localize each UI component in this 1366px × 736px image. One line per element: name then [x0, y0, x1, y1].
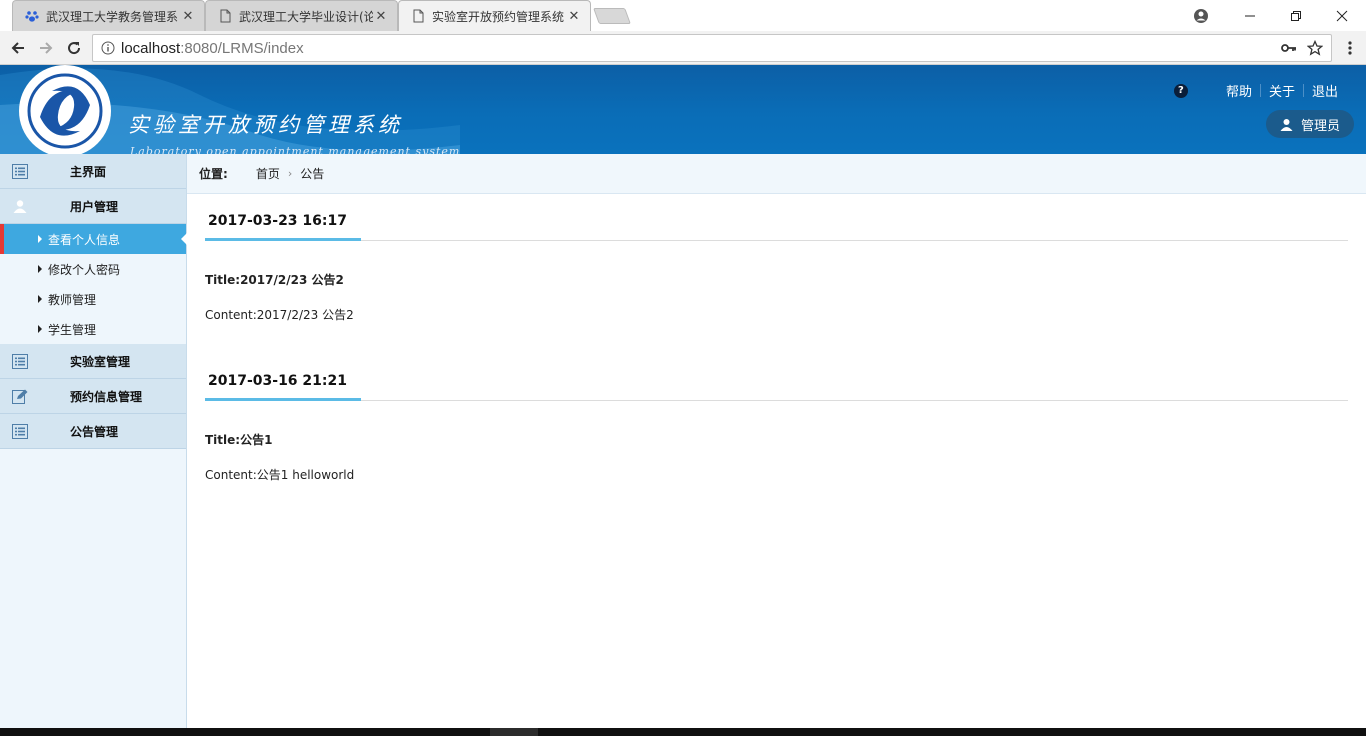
breadcrumb: 位置: 首页 › 公告	[187, 154, 1366, 194]
help-link[interactable]: 帮助	[1218, 81, 1260, 100]
caret-right-icon	[38, 325, 42, 333]
new-tab-button[interactable]	[593, 8, 631, 24]
browser-tabstrip: 武汉理工大学教务管理系 ✕ 武汉理工大学毕业设计(论 ✕ 实验室开放预约管理系统…	[0, 0, 1366, 31]
list-icon	[12, 164, 28, 179]
user-role-label: 管理员	[1300, 118, 1340, 134]
notice-content: Content:2017/2/23 公告2	[205, 308, 354, 322]
breadcrumb-home[interactable]: 首页	[256, 165, 280, 182]
back-arrow-icon[interactable]	[6, 36, 30, 60]
breadcrumb-label: 位置:	[199, 167, 228, 181]
breadcrumb-current: 公告	[300, 167, 325, 181]
info-icon[interactable]	[101, 41, 115, 55]
logout-link[interactable]: 退出	[1304, 81, 1346, 100]
browser-tab-3[interactable]: 实验室开放预约管理系统 ✕	[398, 0, 591, 31]
caret-right-icon	[38, 295, 42, 303]
key-icon[interactable]	[1281, 41, 1297, 55]
caret-right-icon	[38, 265, 42, 273]
reload-icon[interactable]	[62, 36, 86, 60]
notice-divider	[205, 238, 1348, 241]
sidebar-group-user-management[interactable]: 用户管理	[0, 189, 186, 224]
breadcrumb-separator-icon: ›	[287, 167, 293, 180]
system-subtitle: Laboratory open appointment management s…	[130, 145, 461, 154]
sidebar-item-view-profile[interactable]: 查看个人信息	[0, 224, 187, 254]
menu-dots-icon[interactable]	[1338, 36, 1362, 60]
baidu-paw-icon	[25, 11, 39, 22]
forward-arrow-icon[interactable]	[34, 36, 58, 60]
sidebar: 主界面 用户管理 查看个人信息 修改个人密码 教师管理 学生管理 实验室管理 预…	[0, 154, 187, 728]
help-icon[interactable]: ?	[1173, 83, 1188, 98]
user-icon	[13, 200, 27, 213]
notice-date: 2017-03-16 21:21	[208, 373, 347, 389]
user-icon	[1280, 118, 1293, 131]
sidebar-group-reservation-management[interactable]: 预约信息管理	[0, 379, 186, 414]
caret-right-icon	[38, 235, 42, 243]
address-bar[interactable]: localhost:8080/LRMS/index	[92, 34, 1332, 62]
sidebar-group-label: 公告管理	[70, 424, 119, 439]
sidebar-item-teacher-management[interactable]: 教师管理	[0, 284, 186, 314]
system-title: 实验室开放预约管理系统	[128, 113, 403, 137]
sidebar-item-student-management[interactable]: 学生管理	[0, 314, 186, 344]
browser-toolbar: localhost:8080/LRMS/index	[0, 31, 1366, 65]
sidebar-item-label: 学生管理	[48, 322, 97, 337]
sidebar-group-label: 主界面	[70, 164, 107, 179]
close-icon[interactable]: ✕	[373, 8, 389, 24]
profile-icon[interactable]	[1178, 0, 1224, 31]
user-role-button[interactable]: 管理员	[1265, 110, 1354, 138]
close-window-icon[interactable]	[1319, 0, 1365, 31]
star-icon[interactable]	[1307, 40, 1323, 56]
list-icon	[12, 424, 28, 439]
notice-item: 2017-03-16 21:21 Title:公告1 Content:公告1 h…	[205, 373, 1348, 483]
notice-content: Content:公告1 helloworld	[205, 468, 355, 482]
taskbar-item[interactable]	[490, 728, 538, 736]
close-icon[interactable]: ✕	[180, 8, 196, 24]
notice-divider	[205, 398, 1348, 401]
browser-tab-2[interactable]: 武汉理工大学毕业设计(论 ✕	[205, 0, 398, 31]
about-link[interactable]: 关于	[1261, 81, 1303, 100]
tab-title: 武汉理工大学毕业设计(论	[239, 9, 373, 24]
sidebar-item-label: 教师管理	[48, 292, 97, 307]
tab-title: 实验室开放预约管理系统	[432, 9, 565, 24]
notice-item: 2017-03-23 16:17 Title:2017/2/23 公告2 Con…	[205, 213, 1348, 323]
restore-icon[interactable]	[1273, 0, 1319, 31]
os-taskbar	[0, 728, 1366, 736]
notice-title: Title:公告1	[205, 433, 273, 447]
tab-title: 武汉理工大学教务管理系	[46, 9, 179, 24]
sidebar-group-notice-management[interactable]: 公告管理	[0, 414, 186, 449]
page-icon	[220, 9, 231, 23]
header-links: ? 帮助 关于 退出	[1173, 81, 1346, 100]
browser-tab-1[interactable]: 武汉理工大学教务管理系 ✕	[12, 0, 205, 31]
sidebar-group-label: 预约信息管理	[70, 389, 143, 404]
sidebar-item-change-password[interactable]: 修改个人密码	[0, 254, 186, 284]
university-logo	[19, 65, 111, 154]
close-icon[interactable]: ✕	[566, 8, 582, 24]
page-icon	[413, 9, 424, 23]
edit-icon	[12, 389, 28, 404]
notice-title: Title:2017/2/23 公告2	[205, 273, 344, 287]
sidebar-group-label: 用户管理	[70, 199, 119, 214]
sidebar-group-home[interactable]: 主界面	[0, 154, 186, 189]
notice-date: 2017-03-23 16:17	[208, 213, 347, 229]
sidebar-item-label: 查看个人信息	[48, 232, 121, 247]
minimize-icon[interactable]	[1227, 0, 1273, 31]
sidebar-item-label: 修改个人密码	[48, 262, 121, 277]
sidebar-group-lab-management[interactable]: 实验室管理	[0, 344, 186, 379]
app-header: 实验室开放预约管理系统 Laboratory open appointment …	[0, 65, 1366, 154]
url-text: localhost:8080/LRMS/index	[121, 39, 304, 57]
list-icon	[12, 354, 28, 369]
sidebar-group-label: 实验室管理	[70, 354, 131, 369]
